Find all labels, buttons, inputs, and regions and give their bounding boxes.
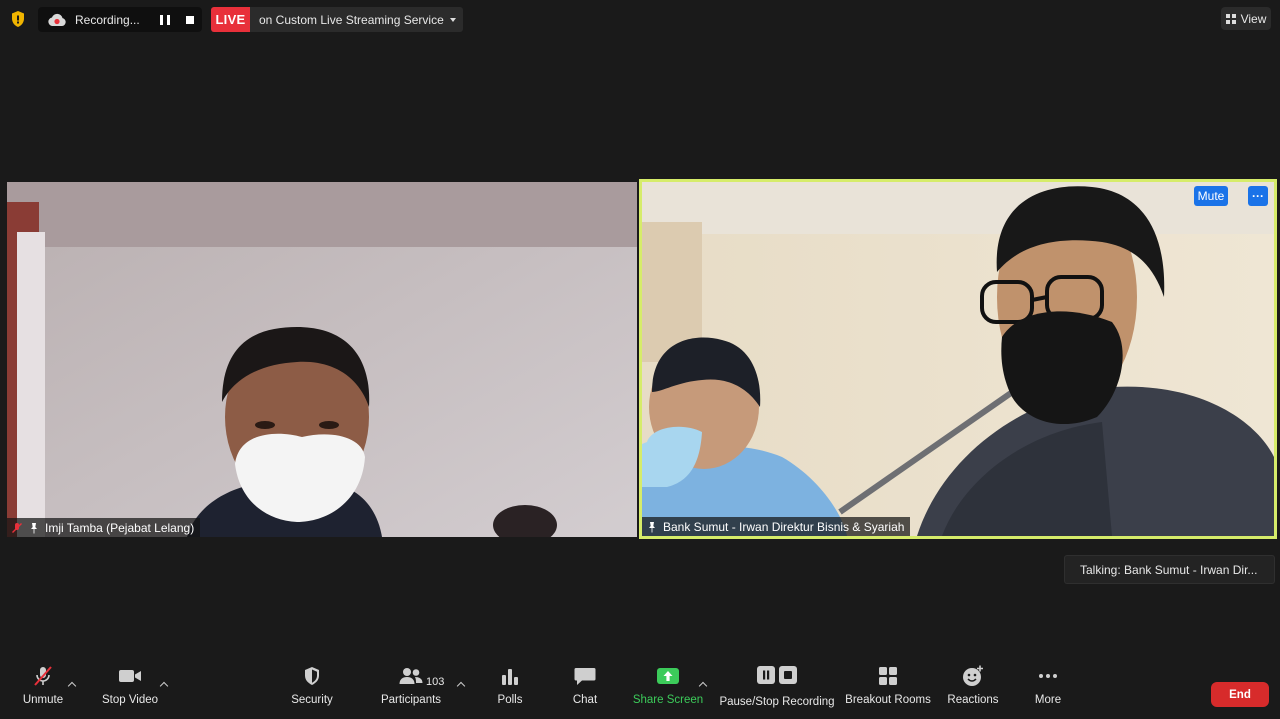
pause-recording-icon[interactable] xyxy=(160,14,170,25)
share-screen-label: Share Screen xyxy=(632,694,704,706)
cloud-icon xyxy=(48,13,66,26)
share-arrow-icon xyxy=(657,668,679,684)
video-tile-imji-tamba[interactable]: Imji Tamba (Pejabat Lelang) xyxy=(7,182,637,537)
unmute-button[interactable]: Unmute xyxy=(18,663,68,706)
pin-icon xyxy=(31,522,37,533)
tile-more-options-button[interactable]: ··· xyxy=(1248,186,1268,206)
encryption-shield-icon[interactable] xyxy=(8,9,28,29)
meeting-toolbar: Unmute Stop Video Security Participants … xyxy=(0,663,1280,719)
reactions-button[interactable]: Reactions xyxy=(946,663,1000,706)
participants-options-chevron-icon[interactable] xyxy=(457,681,465,689)
participant-video-feed xyxy=(7,182,637,537)
view-button[interactable]: View xyxy=(1221,7,1271,30)
reactions-label: Reactions xyxy=(947,694,999,706)
pause-stop-icon xyxy=(757,666,797,684)
recording-status-text: Recording... xyxy=(75,12,140,27)
security-button[interactable]: Security xyxy=(287,663,337,706)
share-screen-button[interactable]: Share Screen xyxy=(632,663,704,706)
video-tile-bank-sumut-irwan[interactable]: Mute ··· Bank Sumut - Irwan Direktur Bis… xyxy=(639,179,1277,539)
people-icon xyxy=(399,668,423,684)
more-button[interactable]: More xyxy=(1028,663,1068,706)
participants-label: Participants xyxy=(380,694,442,706)
audio-options-chevron-icon[interactable] xyxy=(68,681,76,689)
bar-chart-icon xyxy=(502,669,518,685)
view-button-label: View xyxy=(1240,11,1267,26)
stop-video-button[interactable]: Stop Video xyxy=(100,663,160,706)
participant-name-tag: Bank Sumut - Irwan Direktur Bisnis & Sya… xyxy=(642,517,911,536)
participant-name-tag: Imji Tamba (Pejabat Lelang) xyxy=(7,518,201,537)
more-label: More xyxy=(1034,694,1062,706)
chat-button[interactable]: Chat xyxy=(565,663,605,706)
talking-indicator: Talking: Bank Sumut - Irwan Dir... xyxy=(1064,555,1275,584)
live-stream-label: on Custom Live Streaming Service xyxy=(259,12,444,27)
video-options-chevron-icon[interactable] xyxy=(160,681,168,689)
unmute-label: Unmute xyxy=(22,694,64,706)
view-grid-icon xyxy=(1225,13,1236,24)
participant-name: Imji Tamba (Pejabat Lelang) xyxy=(45,520,195,535)
live-stream-menu[interactable]: LIVE on Custom Live Streaming Service xyxy=(211,7,463,32)
pause-stop-recording-label: Pause/Stop Recording xyxy=(719,696,835,708)
pause-stop-recording-button[interactable]: Pause/Stop Recording xyxy=(719,663,835,708)
pin-icon xyxy=(649,521,655,532)
chat-bubble-icon xyxy=(574,668,596,685)
breakout-rooms-button[interactable]: Breakout Rooms xyxy=(845,663,931,706)
mic-muted-icon xyxy=(12,522,22,533)
video-camera-icon xyxy=(119,670,141,682)
participant-video-feed xyxy=(642,182,1274,536)
stop-recording-icon[interactable] xyxy=(186,15,194,24)
recording-indicator: Recording... xyxy=(38,7,202,32)
end-meeting-button[interactable]: End xyxy=(1211,682,1269,707)
stop-video-label: Stop Video xyxy=(101,694,159,706)
grid-icon xyxy=(879,667,897,685)
breakout-rooms-label: Breakout Rooms xyxy=(845,694,931,706)
live-badge: LIVE xyxy=(211,7,250,32)
chevron-down-icon xyxy=(449,17,456,22)
share-options-chevron-icon[interactable] xyxy=(699,681,707,689)
mic-muted-icon xyxy=(34,666,52,686)
participant-name: Bank Sumut - Irwan Direktur Bisnis & Sya… xyxy=(663,519,905,534)
smiley-plus-icon xyxy=(963,665,983,686)
mute-participant-button[interactable]: Mute xyxy=(1194,186,1228,206)
chat-label: Chat xyxy=(572,694,598,706)
polls-button[interactable]: Polls xyxy=(490,663,530,706)
security-label: Security xyxy=(291,694,333,706)
ellipsis-icon xyxy=(1039,674,1057,678)
polls-label: Polls xyxy=(497,694,523,706)
security-shield-icon xyxy=(305,667,319,685)
participants-count: 103 xyxy=(426,676,445,688)
